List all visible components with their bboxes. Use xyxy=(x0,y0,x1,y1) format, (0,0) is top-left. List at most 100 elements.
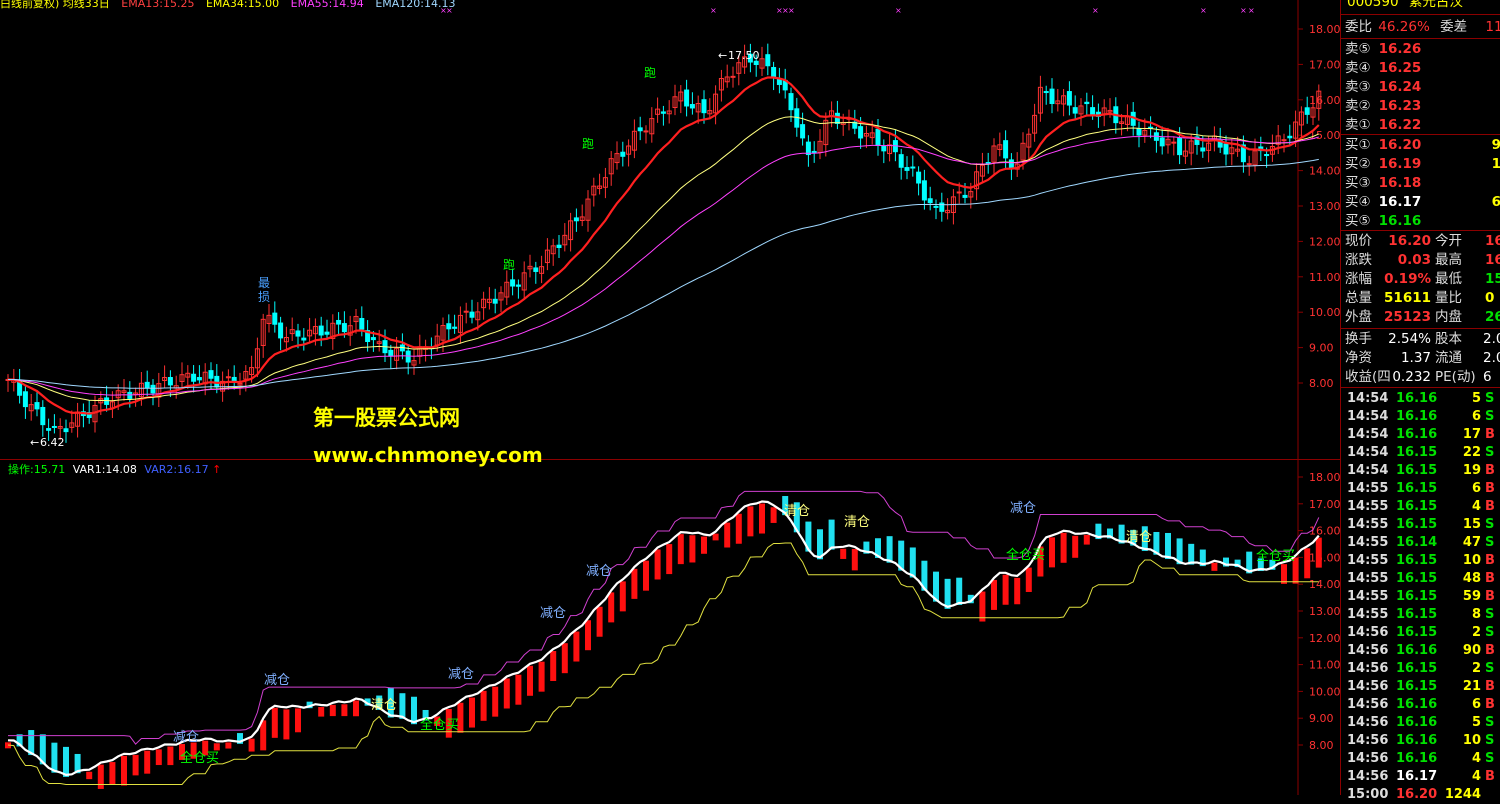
ask-label: 卖① xyxy=(1345,117,1371,133)
tick-row[interactable]: 14:55 16.15 59 B xyxy=(1341,588,1500,606)
tick-row[interactable]: 14:55 16.15 8 S xyxy=(1341,606,1500,624)
candle-body xyxy=(510,279,516,287)
tick-row[interactable]: 14:54 16.15 22 S xyxy=(1341,444,1500,462)
candle-body xyxy=(881,145,887,152)
indicator-bar xyxy=(956,577,963,605)
candle-body xyxy=(684,89,690,107)
candle-body xyxy=(904,167,910,171)
indicator-signal-label: 减仓 xyxy=(540,606,566,621)
tick-row[interactable]: 14:54 16.16 17 B xyxy=(1341,426,1500,444)
tick-row[interactable]: 14:56 16.16 6 B xyxy=(1341,696,1500,714)
bid-row[interactable]: 买② 16.19 1 xyxy=(1345,155,1500,174)
tick-row[interactable]: 14:56 16.16 5 S xyxy=(1341,714,1500,732)
ask-row[interactable]: 卖① 16.22 xyxy=(1345,116,1421,135)
candle-body xyxy=(1171,141,1177,144)
tick-row[interactable]: 14:56 16.17 4 B xyxy=(1341,768,1500,786)
stat-value: 2.03 xyxy=(1483,331,1500,347)
tick-row[interactable]: 14:55 16.15 4 B xyxy=(1341,498,1500,516)
tick-row[interactable]: 14:56 16.15 21 B xyxy=(1341,678,1500,696)
tick-row[interactable]: 14:55 16.15 15 S xyxy=(1341,516,1500,534)
tick-volume: 5 xyxy=(1471,715,1481,730)
tick-row[interactable]: 14:55 16.15 6 B xyxy=(1341,480,1500,498)
tick-row[interactable]: 14:54 16.15 19 B xyxy=(1341,462,1500,480)
price-axis-label: 9.00 xyxy=(1309,342,1334,355)
candle-body xyxy=(463,310,469,313)
chart-title: 白线前复权) 均线33日 xyxy=(0,0,110,10)
tick-price: 16.14 xyxy=(1396,535,1438,550)
ask-row[interactable]: 卖③ 16.24 xyxy=(1345,78,1421,97)
top-marker: × xyxy=(1092,6,1099,15)
kline-chart-area[interactable]: 18.00 17.00 16.00 15.00 14.00 13.00 12.00 11.00… xyxy=(0,0,1340,795)
bid-row[interactable]: 买⑤ 16.16 xyxy=(1345,212,1500,231)
tick-volume: 10 xyxy=(1462,733,1481,748)
candle-body xyxy=(800,124,806,139)
candle-body xyxy=(910,166,916,169)
bid-row[interactable]: 买③ 16.18 xyxy=(1345,174,1500,193)
indicator-bar xyxy=(213,743,220,751)
indicator-bar xyxy=(712,533,719,541)
tick-row[interactable]: 14:55 16.14 47 S xyxy=(1341,534,1500,552)
bid-row[interactable]: 买④ 16.17 6 xyxy=(1345,193,1500,212)
tick-row[interactable]: 14:54 16.16 6 S xyxy=(1341,408,1500,426)
stat-value: 0.232 xyxy=(1392,369,1431,385)
bid-label: 买③ xyxy=(1345,175,1371,191)
candle-body xyxy=(469,311,475,318)
indicator-signal-label: 清仓 xyxy=(844,515,870,530)
tick-row[interactable]: 14:55 16.15 48 B xyxy=(1341,570,1500,588)
tick-row[interactable]: 14:56 16.15 2 S xyxy=(1341,624,1500,642)
indicator-bar xyxy=(724,522,731,548)
ema34-line xyxy=(8,116,1320,402)
divider xyxy=(1341,387,1500,388)
stat-value: 51611 xyxy=(1384,290,1431,306)
tick-price: 16.15 xyxy=(1396,481,1438,496)
tick-row[interactable]: 14:55 16.15 10 B xyxy=(1341,552,1500,570)
divider xyxy=(1341,14,1500,15)
bid-row[interactable]: 买① 16.20 9 xyxy=(1345,136,1500,155)
panel-divider[interactable] xyxy=(0,459,1340,460)
stat-value: 15 xyxy=(1485,271,1500,287)
candle-body xyxy=(916,171,922,184)
kline-chart[interactable]: 18.00 17.00 16.00 15.00 14.00 13.00 12.00 11.00… xyxy=(0,0,1340,795)
stat-value: 0 xyxy=(1485,290,1495,306)
tick-row[interactable]: 14:56 16.16 4 S xyxy=(1341,750,1500,768)
candle-body xyxy=(34,402,40,410)
ma-label: EMA34:15.00 xyxy=(205,0,280,10)
tick-volume: 15 xyxy=(1462,517,1481,532)
bid-label: 买④ xyxy=(1345,194,1371,210)
indicator-bar xyxy=(573,631,580,662)
price-axis-label: 11.00 xyxy=(1309,271,1340,284)
bid-volume: 9 xyxy=(1491,137,1500,153)
candle-body xyxy=(1304,107,1310,115)
ask-row[interactable]: 卖② 16.23 xyxy=(1345,97,1421,116)
bid-label: 买① xyxy=(1345,137,1371,153)
candle-body xyxy=(144,381,150,389)
tick-row[interactable]: 14:56 16.16 90 B xyxy=(1341,642,1500,660)
stat-row: 换手 2.54%股本 2.03 xyxy=(1345,330,1500,349)
tick-row[interactable]: 14:56 16.16 10 S xyxy=(1341,732,1500,750)
tick-volume: 2 xyxy=(1471,625,1481,640)
bid-volume: 6 xyxy=(1491,194,1500,210)
candle-body xyxy=(858,126,864,139)
candle-body xyxy=(1246,163,1252,166)
candle-body xyxy=(1090,107,1096,115)
tick-row[interactable]: 14:54 16.16 5 S xyxy=(1341,390,1500,408)
stat-label: 涨跌 xyxy=(1345,252,1372,268)
indicator-bar xyxy=(399,693,406,719)
tick-time: 14:54 xyxy=(1347,409,1389,424)
tick-row[interactable]: 14:56 16.15 2 S xyxy=(1341,660,1500,678)
indicator-signal-label: 减仓 xyxy=(448,667,474,682)
stat-value: 16 xyxy=(1485,233,1500,249)
tick-price: 16.15 xyxy=(1396,499,1438,514)
bid-price: 16.20 xyxy=(1378,137,1422,153)
ask-row[interactable]: 卖④ 16.25 xyxy=(1345,59,1421,78)
ask-row[interactable]: 卖⑤ 16.26 xyxy=(1345,40,1421,59)
indicator-bar xyxy=(677,534,684,565)
tick-volume: 5 xyxy=(1471,391,1481,406)
tick-time: 14:55 xyxy=(1347,499,1389,514)
candle-body xyxy=(1003,140,1009,159)
tick-volume: 21 xyxy=(1462,679,1481,694)
stat-value: 0.19% xyxy=(1384,271,1431,287)
candle-body xyxy=(388,349,394,357)
tick-row[interactable]: 15:00 16.20 1244 xyxy=(1341,786,1500,804)
tick-time: 14:56 xyxy=(1347,697,1389,712)
